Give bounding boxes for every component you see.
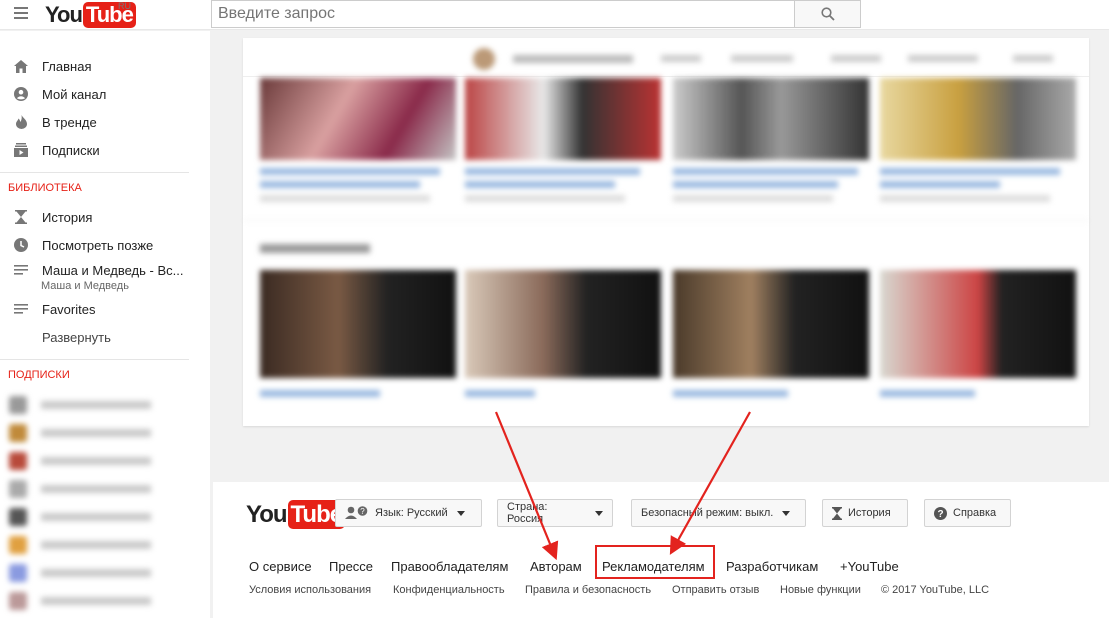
video-thumbnail[interactable] bbox=[465, 78, 661, 160]
library-header: БИБЛИОТЕКА bbox=[8, 182, 82, 194]
sidebar-item-watch-later[interactable]: Посмотреть позже bbox=[0, 232, 200, 258]
list-item[interactable] bbox=[0, 503, 210, 531]
playlist-owner: Маша и Медведь bbox=[41, 280, 129, 292]
account-icon bbox=[13, 86, 29, 102]
top-bar: You Tube RU bbox=[0, 0, 1109, 30]
footer-link-developers[interactable]: Разработчикам bbox=[726, 559, 818, 574]
sidebar-divider bbox=[0, 359, 189, 360]
list-item[interactable] bbox=[0, 531, 210, 559]
sidebar-item-subscriptions[interactable]: Подписки bbox=[0, 137, 200, 163]
video-thumbnail[interactable] bbox=[880, 78, 1076, 160]
help-icon: ? bbox=[934, 506, 947, 520]
language-icon: ? bbox=[345, 506, 369, 520]
svg-text:?: ? bbox=[360, 507, 365, 516]
annotation-highlight-box bbox=[595, 545, 715, 579]
sidebar-item-expand[interactable]: Развернуть bbox=[0, 324, 200, 350]
footer-link-privacy[interactable]: Конфиденциальность bbox=[393, 584, 505, 596]
channel-tabs bbox=[243, 38, 1089, 76]
video-thumbnail[interactable] bbox=[673, 78, 869, 160]
safe-mode-button[interactable]: Безопасный режим: выкл. bbox=[631, 499, 806, 527]
chevron-down-icon bbox=[782, 510, 791, 516]
language-button[interactable]: ? Язык: Русский bbox=[335, 499, 482, 527]
video-thumbnail[interactable] bbox=[260, 78, 456, 160]
footer-link-policy-safety[interactable]: Правила и безопасность bbox=[525, 584, 651, 596]
region-label: RU bbox=[118, 1, 131, 11]
footer-link-terms[interactable]: Условия использования bbox=[249, 584, 371, 596]
clock-icon bbox=[13, 237, 29, 253]
footer-youtube-logo[interactable]: You Tube bbox=[246, 500, 346, 529]
footer-link-press[interactable]: Прессе bbox=[329, 559, 373, 574]
footer-link-creators[interactable]: Авторам bbox=[530, 559, 582, 574]
video-thumbnail[interactable] bbox=[673, 270, 869, 378]
svg-text:?: ? bbox=[937, 509, 943, 520]
list-item[interactable] bbox=[0, 419, 210, 447]
playlist-icon bbox=[13, 262, 29, 278]
sidebar-divider bbox=[0, 172, 189, 173]
subscriptions-icon bbox=[13, 142, 29, 158]
footer: You Tube ? Язык: Русский Страна: Россия Б… bbox=[213, 482, 1109, 618]
chevron-down-icon bbox=[595, 510, 603, 516]
footer-link-new-features[interactable]: Новые функции bbox=[780, 584, 861, 596]
footer-link-copyright[interactable]: Правообладателям bbox=[391, 559, 508, 574]
playlist-icon bbox=[13, 301, 29, 317]
content-card bbox=[243, 38, 1089, 426]
list-item[interactable] bbox=[0, 391, 210, 419]
search-box bbox=[211, 0, 795, 28]
video-thumbnail[interactable] bbox=[465, 270, 661, 378]
chevron-down-icon bbox=[456, 510, 465, 516]
sidebar-item-home[interactable]: Главная bbox=[0, 53, 200, 79]
video-grid bbox=[243, 78, 1089, 426]
sidebar-item-history[interactable]: История bbox=[0, 204, 200, 230]
sidebar: Главная Мой канал В тренде Подписки БИБЛ… bbox=[0, 31, 210, 618]
home-icon bbox=[13, 58, 29, 74]
help-button[interactable]: ? Справка bbox=[924, 499, 1011, 527]
youtube-logo[interactable]: You Tube RU bbox=[45, 1, 136, 28]
sidebar-item-my-channel[interactable]: Мой канал bbox=[0, 81, 200, 107]
country-button[interactable]: Страна: Россия bbox=[497, 499, 613, 527]
list-item[interactable] bbox=[0, 587, 210, 615]
list-item[interactable] bbox=[0, 475, 210, 503]
sidebar-item-favorites[interactable]: Favorites bbox=[0, 296, 200, 322]
footer-link-about[interactable]: О сервисе bbox=[249, 559, 312, 574]
video-thumbnail[interactable] bbox=[880, 270, 1076, 378]
history-button[interactable]: История bbox=[822, 499, 908, 527]
menu-icon[interactable] bbox=[14, 7, 28, 19]
list-item[interactable] bbox=[0, 447, 210, 475]
sidebar-item-trending[interactable]: В тренде bbox=[0, 109, 200, 135]
subscriptions-list bbox=[0, 391, 210, 618]
search-input[interactable] bbox=[212, 1, 794, 27]
list-item[interactable] bbox=[0, 559, 210, 587]
subscriptions-header: ПОДПИСКИ bbox=[8, 369, 70, 381]
hourglass-icon bbox=[832, 506, 842, 520]
footer-link-plus-youtube[interactable]: +YouTube bbox=[840, 559, 899, 574]
search-button[interactable] bbox=[794, 0, 861, 28]
flame-icon bbox=[13, 114, 29, 130]
hourglass-icon bbox=[13, 209, 29, 225]
search-icon bbox=[820, 7, 835, 21]
video-thumbnail[interactable] bbox=[260, 270, 456, 378]
copyright-text: © 2017 YouTube, LLC bbox=[881, 584, 990, 596]
footer-link-feedback[interactable]: Отправить отзыв bbox=[672, 584, 759, 596]
